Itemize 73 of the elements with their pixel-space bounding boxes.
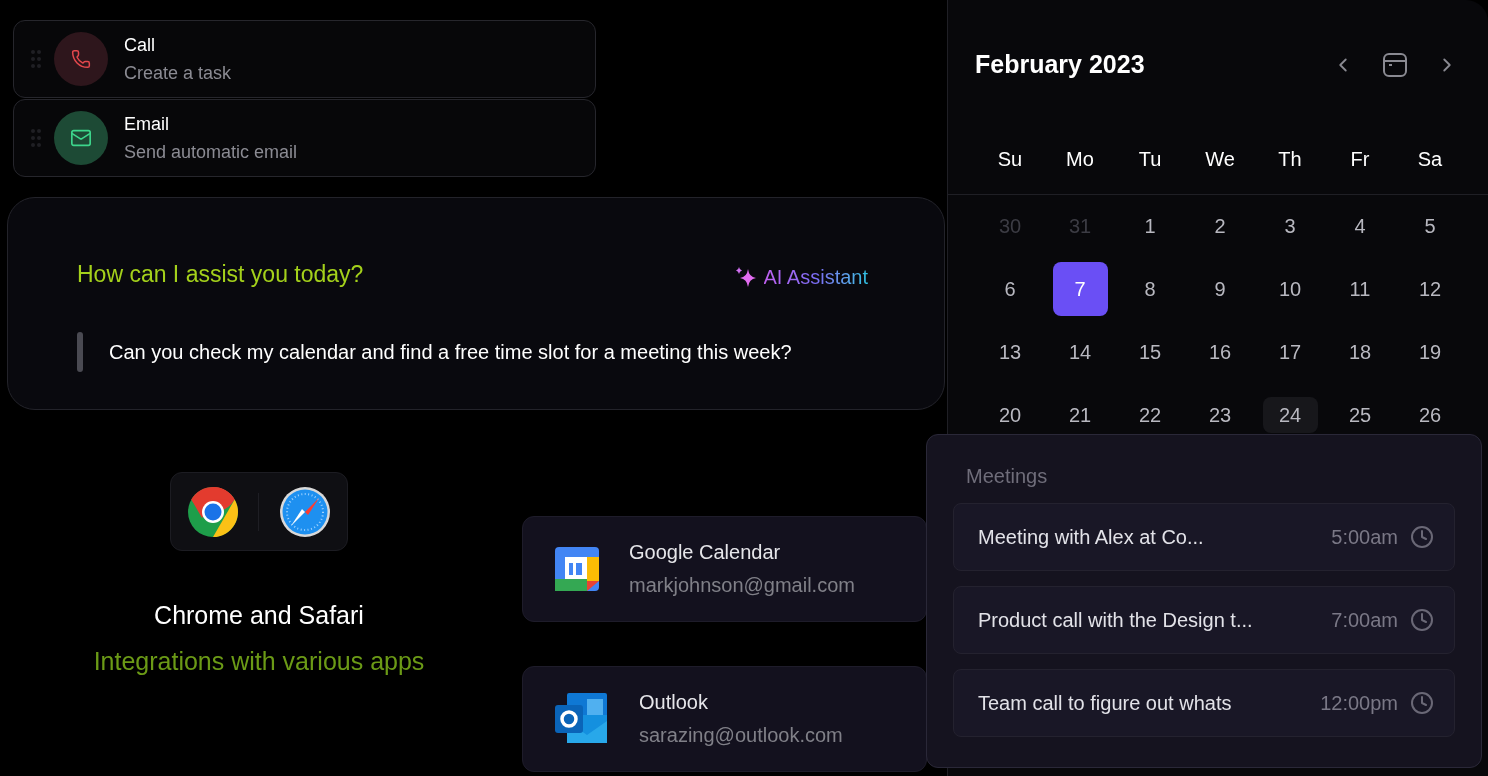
calendar-day[interactable]: 26 [1402, 397, 1458, 433]
calendar-day[interactable]: 2 [1192, 208, 1248, 244]
integration-name: Outlook [639, 690, 709, 715]
task-title: Call [124, 34, 156, 57]
calendar-day[interactable]: 9 [1192, 271, 1248, 307]
integration-card[interactable]: Google Calendar markjohnson@gmail.com [522, 516, 927, 622]
calendar-day[interactable]: 1 [1122, 208, 1178, 244]
meeting-title: Team call to figure out whats [978, 691, 1232, 716]
calendar-day[interactable]: 8 [1122, 271, 1178, 307]
mail-app-icon [555, 693, 609, 745]
calendar-day[interactable]: 20 [982, 397, 1038, 433]
meeting-item[interactable]: Meeting with Alex at Co... 5:00am [953, 503, 1455, 571]
clock-icon [1410, 691, 1434, 715]
meeting-item[interactable]: Team call to figure out whats 12:00pm [953, 669, 1455, 737]
integration-email: markjohnson@gmail.com [629, 573, 855, 598]
weekday-label: We [1205, 146, 1235, 172]
calendar-day[interactable]: 23 [1192, 397, 1248, 433]
calendar-day[interactable]: 11 [1332, 271, 1388, 307]
meeting-time: 7:00am [1331, 608, 1398, 633]
calendar-icon[interactable] [1382, 51, 1408, 78]
calendar-day[interactable]: 18 [1332, 334, 1388, 370]
drag-handle-icon[interactable] [30, 49, 42, 69]
meetings-title: Meetings [966, 464, 1049, 489]
meeting-title: Meeting with Alex at Co... [978, 525, 1204, 550]
task-subtitle: Create a task [124, 62, 232, 85]
browsers-subtitle: Integrations with various apps [93, 645, 425, 677]
meeting-title: Product call with the Design t... [978, 608, 1253, 633]
calendar-day[interactable]: 19 [1402, 334, 1458, 370]
calendar-day[interactable]: 7 [1052, 262, 1108, 316]
calendar-day[interactable]: 24 [1262, 397, 1318, 433]
weekday-label: Sa [1417, 146, 1443, 172]
meeting-time: 5:00am [1331, 525, 1398, 550]
weekday-label: Mo [1066, 146, 1094, 172]
task-subtitle: Send automatic email [124, 141, 298, 164]
calendar-day[interactable]: 14 [1052, 334, 1108, 370]
calendar-day[interactable]: 13 [982, 334, 1038, 370]
calendar-month-title: February 2023 [975, 49, 1145, 80]
calendar-day[interactable]: 10 [1262, 271, 1318, 307]
weekday-label: Th [1278, 146, 1302, 172]
calendar-day[interactable]: 4 [1332, 208, 1388, 244]
compass-icon [278, 485, 331, 538]
calendar-day[interactable]: 12 [1402, 271, 1458, 307]
weekday-label: Su [997, 146, 1023, 172]
chat-message: Can you check my calendar and find a free time slot for a meeting this week? [109, 340, 792, 365]
weekday-label: Fr [1350, 146, 1370, 172]
calendar-day[interactable]: 16 [1192, 334, 1248, 370]
browser-icon [187, 486, 238, 537]
integration-name: Google Calendar [629, 540, 782, 565]
task-title: Email [124, 113, 170, 136]
meeting-item[interactable]: Product call with the Design t... 7:00am [953, 586, 1455, 654]
task-card[interactable]: Call Create a task [13, 20, 596, 98]
browsers-title: Chrome and Safari [154, 600, 364, 631]
calendar-day[interactable]: 3 [1262, 208, 1318, 244]
clock-icon [1410, 525, 1434, 549]
calendar-day[interactable]: 15 [1122, 334, 1178, 370]
clock-icon [1410, 608, 1434, 632]
input-cursor-bar [77, 332, 83, 372]
calendar-day[interactable]: 21 [1052, 397, 1108, 433]
assistant-prompt: How can I assist you today? [77, 259, 364, 289]
envelope-icon [54, 111, 108, 165]
meeting-time: 12:00pm [1320, 691, 1398, 716]
phone-icon [54, 32, 108, 86]
weekday-label: Tu [1138, 146, 1162, 172]
calendar-day[interactable]: 6 [982, 271, 1038, 307]
integration-card[interactable]: Outlook sarazing@outlook.com [522, 666, 927, 772]
calendar-day[interactable]: 25 [1332, 397, 1388, 433]
drag-handle-icon[interactable] [30, 128, 42, 148]
task-card[interactable]: Email Send automatic email [13, 99, 596, 177]
calendar-day[interactable]: 22 [1122, 397, 1178, 433]
calendar-day[interactable]: 5 [1402, 208, 1458, 244]
integration-email: sarazing@outlook.com [639, 723, 843, 748]
calendar-app-icon [555, 547, 599, 591]
calendar-day[interactable]: 17 [1262, 334, 1318, 370]
